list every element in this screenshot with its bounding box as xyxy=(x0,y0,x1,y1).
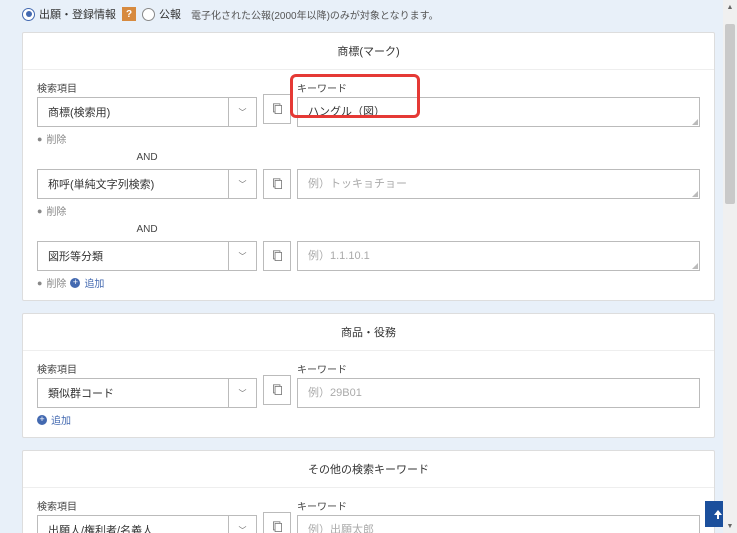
plus-icon: + xyxy=(37,415,47,425)
radio-checked-icon xyxy=(22,8,35,21)
search-type-radios: 出願・登録情報 ? 公報 電子化された公報(2000年以降)のみが対象となります… xyxy=(22,0,715,32)
select-value: 図形等分類 xyxy=(48,248,103,264)
copy-icon xyxy=(271,103,284,116)
chevron-down-icon: ﹀ xyxy=(228,242,256,270)
and-operator: AND xyxy=(87,224,207,235)
label-keyword: キーワード xyxy=(297,80,700,95)
radio-unchecked-icon xyxy=(142,8,155,21)
panel-goods-services: 商品・役務 検索項目 類似群コード ﹀ xyxy=(22,313,715,438)
input-placeholder: 例）出願太郎 xyxy=(308,524,374,533)
copy-button[interactable] xyxy=(263,241,291,271)
vertical-scrollbar[interactable]: ▲ ▼ xyxy=(723,0,737,533)
delete-link[interactable]: 削除 xyxy=(46,131,66,146)
chevron-down-icon: ﹀ xyxy=(228,516,256,533)
delete-link-row: ● 削除 xyxy=(37,203,700,218)
input-placeholder: 例）トッキョチョー xyxy=(308,178,407,190)
select-pronunciation[interactable]: 称呼(単純文字列検索) ﹀ xyxy=(37,169,257,199)
label-keyword: キーワード xyxy=(297,498,700,513)
radio-application-info[interactable]: 出願・登録情報 xyxy=(22,6,116,22)
copy-icon xyxy=(271,178,284,191)
panel-title: 商品・役務 xyxy=(23,314,714,351)
add-link-row: + 追加 xyxy=(37,412,700,427)
select-figure-class[interactable]: 図形等分類 ﹀ xyxy=(37,241,257,271)
select-value: 称呼(単純文字列検索) xyxy=(48,176,154,192)
help-icon[interactable]: ? xyxy=(122,7,136,21)
label-search-item: 検索項目 xyxy=(37,80,257,95)
copy-button[interactable] xyxy=(263,169,291,199)
select-value: 類似群コード xyxy=(48,385,114,401)
panel-trademark: 商標(マーク) 検索項目 商標(検索用) ﹀ xyxy=(22,32,715,301)
select-applicant[interactable]: 出願人/権利者/名義人 ﹀ xyxy=(37,515,257,533)
panel-title: その他の検索キーワード xyxy=(23,451,714,488)
panel-other-keywords: その他の検索キーワード 検索項目 出願人/権利者/名義人 ﹀ xyxy=(22,450,715,533)
input-keyword-applicant[interactable]: 例）出願太郎 xyxy=(297,515,700,533)
label-search-item: 検索項目 xyxy=(37,498,257,513)
scrollbar-thumb[interactable] xyxy=(725,24,735,204)
radio-gazette[interactable]: 公報 xyxy=(142,6,181,22)
input-keyword-trademark[interactable]: ハングル（図） xyxy=(297,97,700,127)
delete-link[interactable]: 削除 xyxy=(46,203,66,218)
scroll-down-arrow[interactable]: ▼ xyxy=(723,519,737,533)
radio-label: 公報 xyxy=(159,6,181,22)
copy-button[interactable] xyxy=(263,94,291,124)
input-placeholder: 例）29B01 xyxy=(308,387,362,399)
input-keyword-pronunciation[interactable]: 例）トッキョチョー xyxy=(297,169,700,199)
label-keyword: キーワード xyxy=(297,361,700,376)
delete-link[interactable]: 削除 xyxy=(46,275,66,290)
copy-button[interactable] xyxy=(263,512,291,533)
delete-add-row: ● 削除 + 追加 xyxy=(37,275,700,290)
chevron-down-icon: ﹀ xyxy=(228,98,256,126)
select-similar-group[interactable]: 類似群コード ﹀ xyxy=(37,378,257,408)
input-value: ハングル（図） xyxy=(308,106,385,118)
copy-button[interactable] xyxy=(263,375,291,405)
gazette-note: 電子化された公報(2000年以降)のみが対象となります。 xyxy=(191,7,439,22)
input-keyword-figure[interactable]: 例）1.1.10.1 xyxy=(297,241,700,271)
input-placeholder: 例）1.1.10.1 xyxy=(308,250,370,262)
delete-link-row: ● 削除 xyxy=(37,131,700,146)
copy-icon xyxy=(271,521,284,533)
bullet-icon: ● xyxy=(37,206,42,216)
bullet-icon: ● xyxy=(37,278,42,288)
label-search-item: 検索項目 xyxy=(37,361,257,376)
scroll-up-arrow[interactable]: ▲ xyxy=(723,0,737,14)
copy-icon xyxy=(271,250,284,263)
bullet-icon: ● xyxy=(37,134,42,144)
select-trademark[interactable]: 商標(検索用) ﹀ xyxy=(37,97,257,127)
and-operator: AND xyxy=(87,152,207,163)
plus-icon: + xyxy=(70,278,80,288)
panel-title: 商標(マーク) xyxy=(23,33,714,70)
scrollbar-track[interactable] xyxy=(725,14,735,519)
input-keyword-similar-group[interactable]: 例）29B01 xyxy=(297,378,700,408)
add-link[interactable]: 追加 xyxy=(84,275,104,290)
radio-label: 出願・登録情報 xyxy=(39,6,116,22)
add-link[interactable]: 追加 xyxy=(51,412,71,427)
select-value: 商標(検索用) xyxy=(48,104,110,120)
chevron-down-icon: ﹀ xyxy=(228,170,256,198)
copy-icon xyxy=(271,384,284,397)
chevron-down-icon: ﹀ xyxy=(228,379,256,407)
select-value: 出願人/権利者/名義人 xyxy=(48,522,153,533)
